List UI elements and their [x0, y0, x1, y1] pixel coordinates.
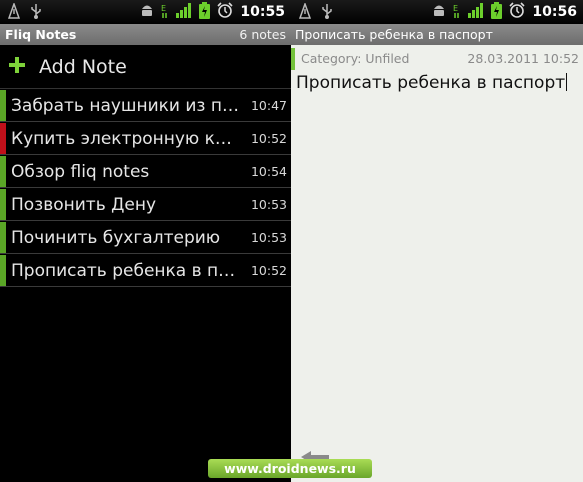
alarm-icon	[509, 2, 525, 22]
note-time: 10:47	[250, 98, 287, 113]
note-color-stripe	[0, 255, 6, 286]
note-color-stripe	[0, 90, 6, 121]
note-color-stripe	[0, 189, 6, 220]
signal-icon	[468, 2, 484, 22]
note-title: Купить электронную кни...	[11, 128, 251, 149]
plus-icon	[9, 56, 25, 78]
note-list-item[interactable]: Прописать ребенка в пас... 10:52	[0, 255, 291, 287]
signal-icon	[176, 2, 192, 22]
note-title-bar: Прописать ребенка в паспорт	[291, 24, 583, 45]
note-header-title: Прописать ребенка в паспорт	[295, 27, 493, 42]
add-note-label: Add Note	[39, 55, 127, 78]
status-bar: E 10:56	[291, 0, 583, 24]
note-count: 6 notes	[239, 27, 286, 42]
note-list: Забрать наушники из пле... 10:47 Купить эл…	[0, 90, 291, 288]
add-note-button[interactable]: Add Note	[0, 45, 291, 89]
svg-text:E: E	[453, 4, 458, 13]
battery-icon	[199, 1, 211, 23]
note-list-item[interactable]: Забрать наушники из пле... 10:47	[0, 90, 291, 122]
note-title: Обзор fliq notes	[11, 161, 150, 182]
note-date: 28.03.2011 10:52	[467, 51, 579, 66]
watermark: www.droidnews.ru	[208, 459, 372, 478]
edge-data-icon: E	[161, 2, 169, 22]
android-icon	[140, 2, 154, 22]
note-list-item[interactable]: Купить электронную кни... 10:52	[0, 123, 291, 155]
note-title: Забрать наушники из пле...	[11, 95, 251, 116]
note-time: 10:53	[250, 197, 287, 212]
svg-text:E: E	[161, 4, 166, 13]
note-title: Починить бухгалтерию	[11, 227, 221, 248]
note-color-stripe	[0, 123, 6, 154]
note-time: 10:52	[250, 263, 287, 278]
note-title: Прописать ребенка в пас...	[11, 260, 251, 281]
status-bar: E 10:55	[0, 0, 291, 24]
edge-data-icon: E	[453, 2, 461, 22]
status-time: 10:56	[532, 4, 577, 20]
alert-icon	[7, 1, 21, 23]
note-editor[interactable]: Category: Unfiled 28.03.2011 10:52 Пропи…	[291, 45, 583, 482]
app-title-bar: Fliq Notes 6 notes	[0, 24, 291, 45]
text-cursor	[566, 73, 568, 91]
note-body-text: Прописать ребенка в паспорт	[296, 73, 566, 93]
note-time: 10:52	[250, 131, 287, 146]
usb-icon	[321, 3, 333, 23]
note-color-stripe	[0, 156, 6, 187]
note-meta: Category: Unfiled 28.03.2011 10:52	[301, 51, 579, 66]
usb-icon	[30, 3, 42, 23]
battery-icon	[491, 1, 503, 23]
note-category[interactable]: Category: Unfiled	[301, 51, 409, 66]
app-title: Fliq Notes	[5, 27, 77, 42]
note-title: Позвонить Дену	[11, 194, 157, 215]
alert-icon	[298, 1, 312, 23]
status-time: 10:55	[240, 4, 285, 20]
note-color-stripe	[0, 222, 6, 253]
category-color-marker	[291, 48, 295, 70]
note-time: 10:54	[250, 164, 287, 179]
note-body-field[interactable]: Прописать ребенка в паспорт	[296, 73, 568, 93]
note-detail-screen: E 10:56 Прописать ребенка в паспорт Cate…	[291, 0, 583, 482]
alarm-icon	[217, 2, 233, 22]
android-icon	[432, 2, 446, 22]
note-list-item[interactable]: Починить бухгалтерию 10:53	[0, 222, 291, 254]
notes-list-screen: E 10:55 Fliq Notes 6 notes Add Note Забр…	[0, 0, 291, 482]
note-time: 10:53	[250, 230, 287, 245]
note-list-item[interactable]: Обзор fliq notes 10:54	[0, 156, 291, 188]
note-list-item[interactable]: Позвонить Дену 10:53	[0, 189, 291, 221]
